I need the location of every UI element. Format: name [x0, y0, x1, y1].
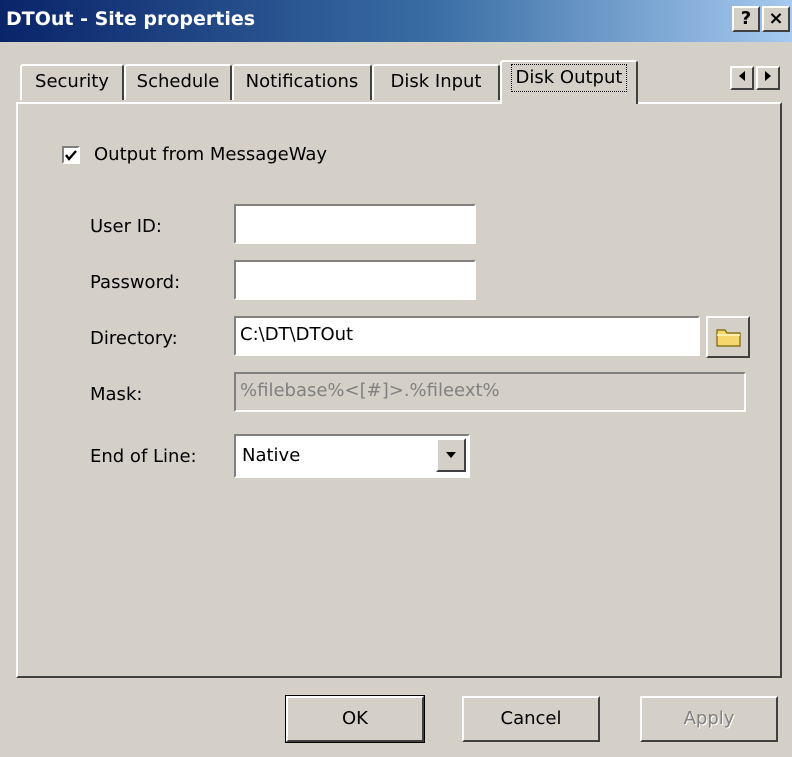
- password-field[interactable]: [234, 260, 476, 300]
- tab-schedule[interactable]: Schedule: [124, 64, 232, 100]
- browse-directory-button[interactable]: [706, 316, 750, 358]
- end-of-line-dropdown-button[interactable]: [436, 438, 466, 472]
- close-icon: ×: [768, 8, 784, 29]
- tab-disk-input-label: Disk Input: [390, 71, 482, 92]
- user-id-label: User ID:: [90, 216, 162, 237]
- close-button[interactable]: ×: [762, 6, 790, 32]
- ok-button[interactable]: OK: [285, 695, 425, 743]
- mask-label: Mask:: [90, 384, 143, 405]
- password-label: Password:: [90, 272, 181, 293]
- help-icon: ?: [740, 8, 752, 29]
- tab-disk-output-label: Disk Output: [510, 64, 628, 92]
- tab-scroll-right-button[interactable]: [756, 66, 780, 90]
- end-of-line-value: Native: [242, 445, 301, 466]
- user-id-field[interactable]: [234, 204, 476, 244]
- arrow-right-icon: [765, 71, 771, 81]
- tab-security-label: Security: [35, 71, 109, 92]
- dialog-window: DTOut - Site properties ? × Security Sch…: [0, 0, 792, 757]
- tab-schedule-label: Schedule: [136, 71, 220, 92]
- tab-notifications[interactable]: Notifications: [232, 64, 372, 100]
- tab-disk-input[interactable]: Disk Input: [372, 64, 500, 100]
- title-bar[interactable]: DTOut - Site properties ? ×: [0, 0, 792, 42]
- mask-field[interactable]: %filebase%<[#]>.%fileext%: [234, 372, 746, 412]
- chevron-down-icon: [446, 452, 456, 458]
- arrow-left-icon: [739, 71, 745, 81]
- output-checkbox-label[interactable]: Output from MessageWay: [94, 144, 327, 165]
- cancel-button[interactable]: Cancel: [462, 696, 600, 742]
- help-button[interactable]: ?: [732, 6, 760, 32]
- end-of-line-label: End of Line:: [90, 446, 197, 467]
- directory-label: Directory:: [90, 328, 178, 349]
- end-of-line-select[interactable]: Native: [234, 434, 470, 478]
- directory-field[interactable]: C:\DT\DTOut: [234, 316, 700, 356]
- window-title: DTOut - Site properties: [6, 8, 256, 30]
- folder-icon: [716, 329, 741, 347]
- apply-button[interactable]: Apply: [640, 696, 778, 742]
- output-checkbox[interactable]: [62, 146, 80, 164]
- tab-notifications-label: Notifications: [245, 71, 359, 92]
- checkmark-icon: [65, 150, 77, 161]
- tab-scroll-left-button[interactable]: [730, 66, 754, 90]
- tab-security[interactable]: Security: [20, 64, 124, 100]
- tab-disk-output[interactable]: Disk Output: [500, 60, 638, 104]
